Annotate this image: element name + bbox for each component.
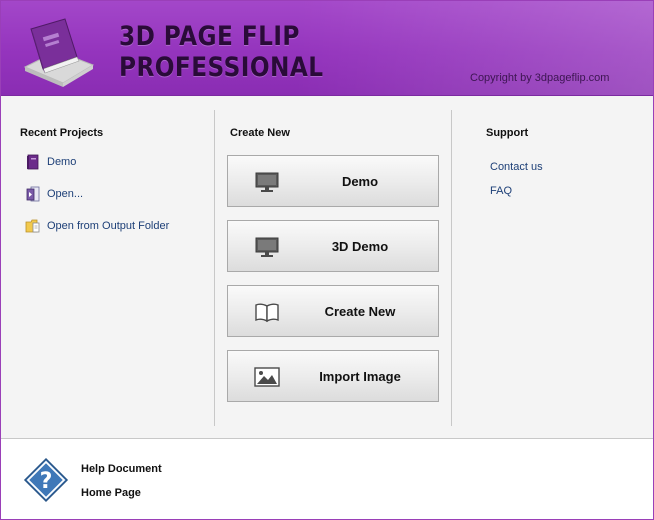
product-title-line1: 3D PAGE FLIP	[119, 21, 300, 52]
button-label: Demo	[341, 174, 379, 189]
recent-item-label: Open from Output Folder	[47, 220, 170, 232]
copyright-text: Copyright by 3dpageflip.com	[470, 72, 610, 84]
create-new-title: Create New	[230, 127, 290, 139]
monitor-icon	[255, 172, 279, 192]
product-title-line2: PROFESSIONAL	[119, 52, 324, 83]
recent-item-demo[interactable]: Demo	[25, 152, 76, 172]
recent-item-label: Demo	[47, 156, 77, 168]
3d-demo-button[interactable]: 3D Demo	[227, 220, 439, 272]
recent-item-output-folder[interactable]: Open from Output Folder	[25, 216, 169, 236]
book-logo-icon	[23, 18, 95, 87]
book-icon	[27, 154, 39, 170]
create-new-button[interactable]: Create New	[227, 285, 439, 337]
import-image-button[interactable]: Import Image	[227, 350, 439, 402]
recent-projects-title: Recent Projects	[20, 127, 104, 139]
product-title: 3D PAGE FLIP PROFESSIONAL	[119, 21, 324, 83]
button-label: Import Image	[319, 369, 401, 384]
svg-text:?: ?	[40, 469, 53, 494]
column-divider	[451, 110, 452, 426]
image-icon	[254, 367, 280, 387]
recent-item-label: Open...	[47, 188, 84, 200]
demo-button[interactable]: Demo	[227, 155, 439, 207]
help-document-link[interactable]: Help Document	[81, 463, 162, 475]
content-area: Recent Projects Demo Open... Open from O…	[1, 96, 653, 438]
help-icon: ?	[23, 457, 69, 503]
home-page-link[interactable]: Home Page	[81, 487, 141, 499]
folder-icon	[25, 219, 40, 233]
open-book-icon	[255, 303, 279, 323]
button-label: 3D Demo	[331, 239, 389, 254]
monitor-icon	[255, 237, 279, 257]
column-divider	[214, 110, 215, 426]
main-window: 3D PAGE FLIP PROFESSIONAL Copyright by 3…	[0, 0, 654, 520]
recent-item-open[interactable]: Open...	[25, 184, 83, 204]
contact-us-link[interactable]: Contact us	[490, 161, 543, 173]
header-banner: 3D PAGE FLIP PROFESSIONAL Copyright by 3…	[1, 1, 653, 96]
footer: ? Help Document Home Page	[1, 438, 653, 519]
open-file-icon	[26, 186, 40, 202]
button-label: Create New	[324, 304, 396, 319]
faq-link[interactable]: FAQ	[490, 185, 512, 197]
support-title: Support	[486, 127, 529, 139]
